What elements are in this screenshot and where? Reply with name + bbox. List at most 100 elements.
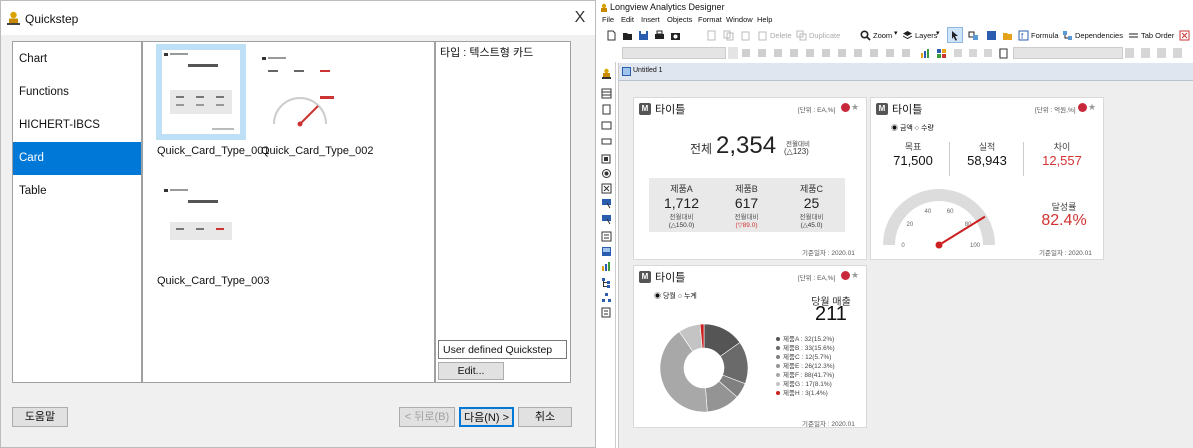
camera-icon[interactable] xyxy=(670,30,681,41)
shape-tool-icon[interactable] xyxy=(601,136,612,147)
product-compare-label: 전월대비 xyxy=(669,214,694,221)
paste-icon[interactable] xyxy=(740,30,751,41)
tree-tool-icon[interactable] xyxy=(601,277,612,288)
group-icon[interactable] xyxy=(968,30,979,41)
new-icon[interactable] xyxy=(606,30,617,41)
cut-icon[interactable] xyxy=(706,30,717,41)
category-hichert-ibcs[interactable]: HICHERT-IBCS xyxy=(13,109,141,142)
legend-label: 제품C : 12(5.7%) xyxy=(783,354,832,361)
star-icon[interactable]: ★ xyxy=(1088,102,1096,113)
duplicate-icon[interactable] xyxy=(796,30,807,41)
tab-order-label[interactable]: Tab Order xyxy=(1141,31,1174,40)
thumbnail-card-type-003[interactable] xyxy=(156,184,246,280)
font-name-select[interactable] xyxy=(622,47,726,59)
pin-icon[interactable] xyxy=(841,103,850,112)
menu-edit[interactable]: Edit xyxy=(621,15,634,24)
property-select[interactable] xyxy=(1013,47,1123,59)
delete-label[interactable]: Delete xyxy=(770,31,792,40)
open-icon[interactable] xyxy=(622,30,633,41)
help-button[interactable]: 도움말 xyxy=(12,407,68,427)
card-unit: [단위 : EA,%] xyxy=(798,107,836,114)
kpi-card-donut[interactable]: M 타이틀 [단위 : EA,%] ★ ◉ 당월 ○ 누계 당월 매출 211 … xyxy=(633,265,867,428)
zoom-label[interactable]: Zoom xyxy=(873,31,892,40)
container-tool-icon[interactable] xyxy=(601,120,612,131)
category-functions[interactable]: Functions xyxy=(13,76,141,109)
menu-format[interactable]: Format xyxy=(698,15,722,24)
radio-tool-icon[interactable] xyxy=(601,168,612,179)
radio-selected-icon[interactable]: ◉ xyxy=(654,293,661,300)
grid-icon[interactable] xyxy=(936,48,947,59)
input-tool-icon[interactable] xyxy=(601,154,612,165)
total-compare-value: (△123) xyxy=(784,147,809,156)
month-cumulative-radio-group[interactable]: ◉ 당월 ○ 누계 xyxy=(654,291,697,301)
pointer-icon[interactable] xyxy=(950,30,961,41)
chevron-down-icon[interactable]: ▾ xyxy=(936,29,940,37)
close-button[interactable]: X xyxy=(569,7,591,29)
layers-icon[interactable] xyxy=(902,30,913,41)
duplicate-label[interactable]: Duplicate xyxy=(809,31,840,40)
user-defined-quickstep-field[interactable]: User defined Quickstep xyxy=(438,340,567,359)
document-tab[interactable]: Untitled 1 xyxy=(619,63,1193,81)
pin-icon[interactable] xyxy=(841,271,850,280)
zoom-icon[interactable] xyxy=(860,30,871,41)
page-icon[interactable] xyxy=(998,48,1009,59)
close-doc-icon[interactable] xyxy=(1179,30,1190,41)
edit-button[interactable]: Edit... xyxy=(438,362,504,380)
report-tool-icon[interactable] xyxy=(601,307,612,318)
dependencies-label[interactable]: Dependencies xyxy=(1075,31,1123,40)
dialog-title-bar: Quickstep X xyxy=(1,1,595,35)
pin-icon[interactable] xyxy=(1078,103,1087,112)
layers-label[interactable]: Layers xyxy=(915,31,938,40)
formula-icon[interactable]: f xyxy=(1018,30,1029,41)
chart-tool-icon[interactable] xyxy=(601,261,612,272)
formula-label[interactable]: Formula xyxy=(1031,31,1059,40)
table-tool-icon[interactable] xyxy=(601,88,612,99)
category-chart[interactable]: Chart xyxy=(13,43,141,76)
radio-selected-icon[interactable]: ◉ xyxy=(891,125,898,132)
kpi-card-total[interactable]: M 타이틀 [단위 : EA,%] ★ 전체 2,354 전월대비 (△123)… xyxy=(633,97,867,260)
delete-icon[interactable] xyxy=(757,30,768,41)
back-button[interactable]: < 뒤로(B) xyxy=(399,407,455,427)
copy-icon[interactable] xyxy=(723,30,734,41)
thumbnail-card-type-001[interactable] xyxy=(156,44,246,140)
menu-insert[interactable]: Insert xyxy=(641,15,660,24)
kpi-card-gauge[interactable]: M 타이틀 [단위 : 억원,%] ★ ◉ 금액 ○ 수량 목표 71,500 … xyxy=(870,97,1104,260)
print-icon[interactable] xyxy=(654,30,665,41)
legend-marker-icon xyxy=(776,391,780,396)
star-icon[interactable]: ★ xyxy=(851,102,859,113)
category-card[interactable]: Card xyxy=(13,142,141,175)
radio-unselected-icon[interactable]: ○ xyxy=(678,293,682,300)
save-icon[interactable] xyxy=(638,30,649,41)
category-table[interactable]: Table xyxy=(13,175,141,208)
next-button[interactable]: 다음(N) > xyxy=(459,407,514,427)
datasource-icon[interactable] xyxy=(986,30,997,41)
hierarchy-tool-icon[interactable] xyxy=(601,292,612,303)
menu-file[interactable]: File xyxy=(602,15,614,24)
total-label: 전체 xyxy=(690,142,713,156)
gauge-tick-label: 0 xyxy=(901,243,905,249)
checkbox-tool-icon[interactable] xyxy=(601,183,612,194)
menu-help[interactable]: Help xyxy=(757,15,772,24)
thumbnail-card-type-002[interactable] xyxy=(256,44,346,140)
panel-tool-icon[interactable] xyxy=(601,104,612,115)
folder-icon[interactable] xyxy=(1002,30,1013,41)
quickstep-tool-icon[interactable] xyxy=(601,68,612,79)
chart-icon[interactable] xyxy=(920,48,931,59)
image-tool-icon[interactable] xyxy=(601,246,612,257)
cancel-button[interactable]: 취소 xyxy=(518,407,572,427)
tab-order-icon[interactable] xyxy=(1128,30,1139,41)
card-type-002-preview xyxy=(260,54,342,136)
button-tool-icon[interactable] xyxy=(601,198,612,209)
radio-unselected-icon[interactable]: ○ xyxy=(915,125,919,132)
listbox-tool-icon[interactable] xyxy=(601,231,612,242)
dropdown-tool-icon[interactable] xyxy=(601,214,612,225)
template-gallery: Quick_Card_Type_001 Quick_Card_Type_002 xyxy=(142,41,435,383)
menu-window[interactable]: Window xyxy=(726,15,753,24)
amount-quantity-radio-group[interactable]: ◉ 금액 ○ 수량 xyxy=(891,123,934,133)
dialog-title: Quickstep xyxy=(25,12,79,26)
star-icon[interactable]: ★ xyxy=(851,270,859,281)
menu-objects[interactable]: Objects xyxy=(667,15,692,24)
dependencies-icon[interactable] xyxy=(1062,30,1073,41)
chevron-down-icon[interactable]: ▾ xyxy=(894,29,898,37)
font-size-select[interactable] xyxy=(728,47,738,59)
